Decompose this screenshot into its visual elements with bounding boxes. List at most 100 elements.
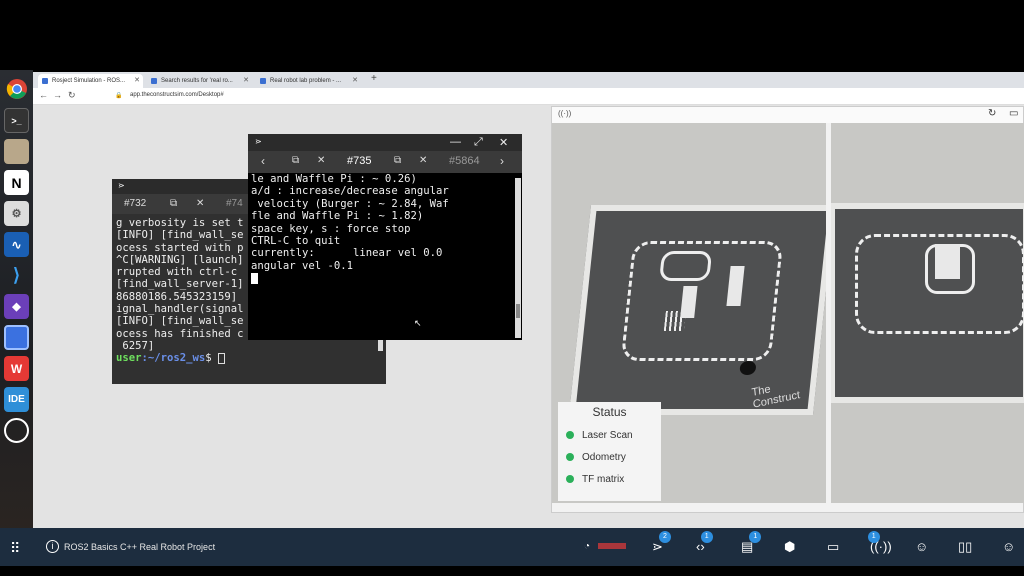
browser-tab-2[interactable]: Search results for 'real ro... ✕ xyxy=(147,74,252,88)
camera-panel-header: ((·)) ↻ ▭ xyxy=(552,107,1023,123)
prompt-symbol: $ xyxy=(205,352,219,365)
apps-grid-icon[interactable]: ⠿ xyxy=(10,540,20,557)
status-dot-icon xyxy=(566,475,574,483)
book-icon[interactable]: ▯▯ xyxy=(958,539,972,555)
bottom-toolbar: ⠿ i ROS2 Basics C++ Real Robot Project ◔… xyxy=(0,528,1024,566)
terminal-icon: ⋗ xyxy=(255,137,262,146)
terminal-icon[interactable]: ⋗ 2 xyxy=(652,531,671,555)
tab-favicon-icon xyxy=(151,78,157,84)
status-item-laser-scan: Laser Scan xyxy=(566,430,633,441)
terminal-icon: ⋗ xyxy=(118,181,125,190)
terminal-line: fle and Waffle Pi : ~ 1.82) xyxy=(251,210,424,223)
status-dot-icon xyxy=(566,431,574,439)
text-cursor xyxy=(218,352,226,364)
terminal-line: angular vel -0.1 xyxy=(251,259,354,272)
close-window-icon[interactable]: ✕ xyxy=(499,136,508,149)
obs-icon[interactable] xyxy=(4,418,29,443)
monitor-icon[interactable]: ▭ xyxy=(827,539,839,555)
duplicate-icon[interactable]: ⧉ xyxy=(394,155,401,166)
status-title: Status xyxy=(592,405,627,419)
window-app-icon[interactable] xyxy=(4,325,29,350)
antenna-icon[interactable]: ((·)) 1 xyxy=(867,531,892,554)
terminal-line: 6257] xyxy=(116,339,155,352)
prompt-user: user xyxy=(116,352,142,365)
monitor-app-icon[interactable]: ∿ xyxy=(4,232,29,257)
notebook-icon[interactable]: ▤ 1 xyxy=(741,531,762,555)
settings-icon[interactable]: ⚙ xyxy=(4,201,29,226)
duplicate-icon[interactable]: ⧉ xyxy=(170,198,177,209)
chrome-icon[interactable] xyxy=(4,76,29,101)
close-icon[interactable]: ✕ xyxy=(352,76,358,84)
terminal-tab[interactable]: #5864 xyxy=(449,155,480,167)
status-label: TF matrix xyxy=(582,474,625,485)
robot-arena: The Construct xyxy=(568,205,826,415)
robot-icon[interactable]: ☺ xyxy=(915,539,928,554)
text-cursor xyxy=(251,272,258,284)
mouse-pointer-icon: ↖ xyxy=(414,318,422,328)
close-icon[interactable]: ✕ xyxy=(134,76,140,84)
address-field[interactable]: app.theconstructsim.com/Desktop# xyxy=(130,92,224,98)
tab-favicon-icon xyxy=(42,78,48,84)
cube-icon[interactable]: ⬢ xyxy=(784,539,795,555)
code-icon[interactable]: ‹› 1 xyxy=(696,531,713,554)
notion-icon[interactable]: N xyxy=(4,170,29,195)
status-dot-icon xyxy=(566,453,574,461)
scrollbar-thumb[interactable] xyxy=(516,304,520,318)
project-name: ROS2 Basics C++ Real Robot Project xyxy=(64,542,216,552)
terminal-line: currently: linear vel 0.0 xyxy=(251,247,443,260)
duplicate-icon[interactable]: ⧉ xyxy=(292,155,299,166)
dock: >_ N ⚙ ∿ ⟩ ◆ W IDE xyxy=(0,70,33,540)
reload-icon[interactable]: ↻ xyxy=(68,90,76,101)
terminal-prompt: user:~/ros2_ws$ xyxy=(116,352,382,364)
terminal-line: space key, s : force stop xyxy=(251,222,411,235)
tab-label: Search results for 'real ro... xyxy=(161,78,233,84)
wps-icon[interactable]: W xyxy=(4,356,29,381)
terminal-tab-active[interactable]: #735 xyxy=(347,155,371,167)
terminal-line: a/d : increase/decrease angular xyxy=(251,185,449,198)
close-icon[interactable]: ✕ xyxy=(243,76,249,84)
terminal-line: le and Waffle Pi : ~ 0.26) xyxy=(251,173,417,185)
terminal-line: CTRL-C to quit xyxy=(251,235,341,248)
close-icon[interactable]: ✕ xyxy=(196,198,204,209)
vscode-icon[interactable]: ⟩ xyxy=(4,263,29,288)
browser-tab-1[interactable]: Rosject Simulation - ROS... ✕ xyxy=(38,74,143,88)
status-item-tf-matrix: TF matrix xyxy=(566,474,624,485)
robot-arena xyxy=(831,203,1024,403)
maximize-icon[interactable]: ⤢ xyxy=(474,136,483,149)
rider-icon[interactable]: ◆ xyxy=(4,294,29,319)
robot xyxy=(739,361,757,375)
terminal-output[interactable]: le and Waffle Pi : ~ 0.26) a/d : increase… xyxy=(248,173,522,340)
terminal-titlebar[interactable]: ⋗ — ⤢ ✕ xyxy=(248,134,522,151)
signal-icon: ((·)) xyxy=(558,109,572,118)
files-icon[interactable] xyxy=(4,139,29,164)
robot2-icon[interactable]: ☺ xyxy=(1002,539,1015,554)
timer-bar xyxy=(598,543,626,549)
browser-tab-3[interactable]: Real robot lab problem - ... ✕ xyxy=(256,74,361,88)
badge: 1 xyxy=(867,531,880,543)
terminal-app-icon[interactable]: >_ xyxy=(4,108,29,133)
chevron-right-icon[interactable]: › xyxy=(500,154,504,168)
terminal-tab[interactable]: #732 xyxy=(124,198,146,209)
terminal-cursor-line xyxy=(251,272,519,284)
arena-watermark: The Construct xyxy=(751,383,801,411)
camera-view-2 xyxy=(831,123,1024,503)
forward-icon[interactable]: → xyxy=(53,90,62,100)
window-icon[interactable]: ▭ xyxy=(1009,108,1018,119)
obstacle-block xyxy=(935,244,960,279)
browser-urlbar: ← → ↻ 🔒 app.theconstructsim.com/Desktop# xyxy=(33,88,1024,105)
refresh-icon[interactable]: ↻ xyxy=(988,108,996,119)
status-panel: Status Laser Scan Odometry TF matrix xyxy=(558,402,661,501)
chevron-left-icon[interactable]: ‹ xyxy=(261,154,265,168)
back-icon[interactable]: ← xyxy=(39,90,48,100)
status-item-odometry: Odometry xyxy=(566,452,626,463)
prompt-path: :~/ros2_ws xyxy=(141,352,206,365)
close-icon[interactable]: ✕ xyxy=(317,155,325,166)
terminal-tab[interactable]: #74 xyxy=(226,198,243,209)
close-icon[interactable]: ✕ xyxy=(419,155,427,166)
new-tab-icon[interactable]: + xyxy=(371,73,377,84)
terminal-line: velocity (Burger : ~ 2.84, Waf xyxy=(251,197,449,210)
info-icon[interactable]: i xyxy=(46,540,59,553)
terminal-window-2[interactable]: ⋗ — ⤢ ✕ ‹ ⧉ ✕ #735 ⧉ ✕ #5864 › le and Wa… xyxy=(248,134,522,340)
ide-icon[interactable]: IDE xyxy=(4,387,29,412)
minimize-icon[interactable]: — xyxy=(450,136,461,148)
